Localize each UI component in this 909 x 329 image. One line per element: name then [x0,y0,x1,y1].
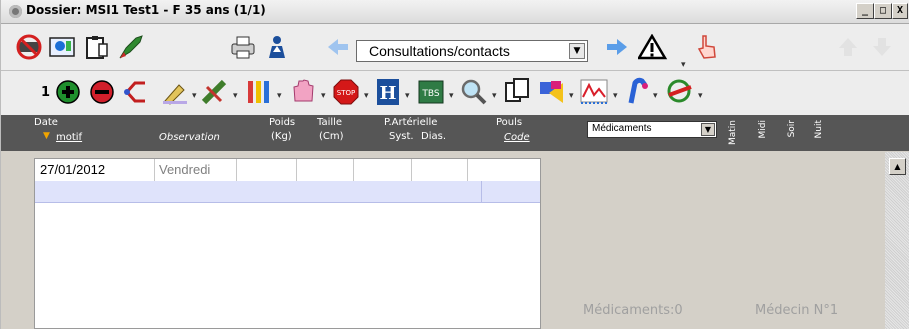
remove-red-icon[interactable] [89,79,115,105]
clipboard-icon[interactable] [83,34,111,60]
dias-cell[interactable] [412,159,468,181]
col-poids[interactable]: Poids [269,117,295,128]
down-arrow-disabled-icon [873,38,891,56]
maximize-button[interactable]: □ [874,3,892,19]
col-matin: Matin [728,120,738,146]
tubes-dropdown-arrow[interactable]: ▾ [277,91,282,101]
stop-sign-icon[interactable]: STOP [331,77,361,107]
date-cell[interactable]: 27/01/2012 [35,159,155,181]
svg-text:STOP: STOP [337,89,355,97]
col-pouls[interactable]: Pouls [496,117,522,128]
person-upload-icon[interactable] [263,34,291,60]
syst-cell[interactable] [354,159,412,181]
consultation-grid[interactable]: 27/01/2012 Vendredi [34,158,541,329]
no-smoking-icon[interactable] [15,34,45,60]
consultation-day: Vendredi [159,162,211,177]
pen-dropdown-arrow[interactable]: ▾ [192,91,197,101]
warning-icon[interactable] [638,34,670,60]
warning-dropdown-arrow[interactable]: ▾ [681,60,686,70]
rocket-icon[interactable] [116,34,146,60]
title-bar[interactable]: Dossier: MSI1 Test1 - F 35 ans (1/1) _ □… [1,0,909,24]
close-button[interactable]: X [892,3,908,19]
caret-down-icon: ▼ [43,131,50,141]
phone-dropdown-arrow[interactable]: ▾ [653,91,658,101]
pen-edit-icon[interactable] [161,79,189,105]
minimize-button[interactable]: _ [856,3,874,19]
printer-icon[interactable] [229,34,259,60]
tbs-icon[interactable]: TBS [417,77,445,107]
poids-cell[interactable] [237,159,297,181]
add-green-icon[interactable] [55,79,81,105]
magnifier-dropdown-arrow[interactable]: ▾ [492,91,497,101]
phone-pipe-icon[interactable] [625,77,651,107]
col-date[interactable]: Date [34,117,58,128]
category-combobox-value: Consultations/contacts [369,43,510,59]
column-header-strip: Date ▼ motif Observation Poids (Kg) Tail… [1,115,909,151]
col-code[interactable]: Code [504,132,530,143]
patient-card-icon[interactable] [48,34,78,60]
consultation-date: 27/01/2012 [40,162,106,177]
share-arrow-icon[interactable] [123,79,149,105]
up-arrow-disabled-icon [839,38,857,56]
col-nuit: Nuit [814,120,824,139]
medicaments-select[interactable]: Médicaments ▼ [587,121,717,138]
vertical-scrollbar[interactable] [885,152,909,329]
magnifier-icon[interactable] [459,77,489,107]
col-poids-unit: (Kg) [271,131,292,142]
hospital-h-icon[interactable]: H [375,77,401,107]
shapes-icon[interactable] [537,77,567,107]
col-pa-dias: Dias. [421,131,446,142]
hospital-dropdown-arrow[interactable]: ▾ [405,91,410,101]
medicaments-count: Médicaments:0 [583,303,683,318]
col-pa[interactable]: P.Artérielle [384,117,437,128]
selected-row-main[interactable] [35,181,482,202]
hand-dropdown-arrow[interactable]: ▾ [321,91,326,101]
pouls-cell[interactable] [468,159,540,181]
syringe-icon[interactable] [201,79,229,105]
category-combobox[interactable]: Consultations/contacts ▼ [356,40,588,62]
col-taille-unit: (Cm) [319,131,344,142]
stethoscope-icon[interactable] [665,77,695,107]
col-soir: Soir [787,120,797,138]
forward-arrow-icon[interactable] [604,34,630,60]
app-window: Dossier: MSI1 Test1 - F 35 ans (1/1) _ □… [0,0,909,329]
taille-cell[interactable] [297,159,354,181]
table-row[interactable]: 27/01/2012 Vendredi [35,159,540,182]
scroll-up-button[interactable]: ▲ [889,158,906,175]
back-arrow-icon[interactable] [325,34,351,60]
medecin-label: Médecin N°1 [755,303,839,318]
stethoscope-dropdown-arrow[interactable]: ▾ [698,91,703,101]
svg-text:TBS: TBS [421,89,440,99]
hand-pointer-icon[interactable] [694,34,720,60]
stop-dropdown-arrow[interactable]: ▾ [364,91,369,101]
record-counter: 1 [41,85,51,100]
medicaments-select-value: Médicaments [592,123,652,134]
chart-dropdown-arrow[interactable]: ▾ [613,91,618,101]
svg-text:H: H [379,83,396,104]
selected-row[interactable] [35,181,540,203]
copy-documents-icon[interactable] [503,77,533,107]
shapes-dropdown-arrow[interactable]: ▾ [569,91,574,101]
col-taille[interactable]: Taille [317,117,342,128]
col-midi: Midi [758,120,768,139]
day-cell[interactable]: Vendredi [155,159,237,181]
secondary-toolbar: 1 ▾ ▾ ▾ ▾ STOP ▾ H ▾ TBS ▾ ▾ ▾ ▾ ▾ ▾ [1,71,909,116]
window-title: Dossier: MSI1 Test1 - F 35 ans (1/1) [26,3,266,17]
tbs-dropdown-arrow[interactable]: ▾ [449,91,454,101]
app-icon[interactable] [9,5,22,18]
chevron-down-icon[interactable]: ▼ [701,123,715,136]
chart-line-icon[interactable] [579,77,611,107]
col-pa-syst: Syst. [389,131,414,142]
test-tubes-icon[interactable] [245,77,273,107]
hand-icon[interactable] [289,77,319,107]
syringe-dropdown-arrow[interactable]: ▾ [233,91,238,101]
chevron-down-icon[interactable]: ▼ [569,43,585,59]
col-observation[interactable]: Observation [159,132,220,143]
col-motif[interactable]: motif [56,132,82,143]
